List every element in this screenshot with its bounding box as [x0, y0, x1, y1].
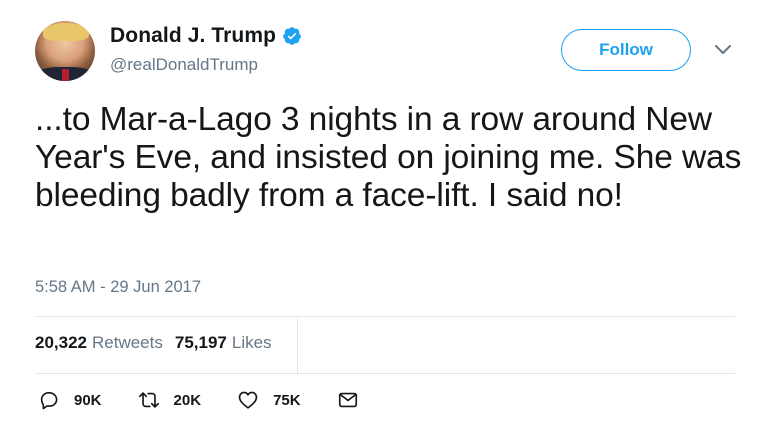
tweet-timestamp[interactable]: 5:58 AM - 29 Jun 2017 — [35, 278, 201, 297]
like-action-count: 75K — [273, 391, 301, 409]
retweet-label[interactable]: Retweets — [92, 333, 163, 353]
author-handle[interactable]: @realDonaldTrump — [110, 55, 258, 75]
like-icon — [238, 391, 258, 409]
author-name-row[interactable]: Donald J. Trump — [110, 24, 302, 48]
avatar-tie — [62, 69, 69, 81]
verified-badge-icon — [283, 27, 301, 45]
display-name[interactable]: Donald J. Trump — [110, 24, 276, 48]
reply-icon — [40, 392, 58, 410]
stats-separator — [297, 317, 298, 373]
like-label[interactable]: Likes — [232, 333, 272, 353]
like-button[interactable]: 75K — [237, 389, 301, 411]
tweet-text: ...to Mar-a-Lago 3 nights in a row aroun… — [35, 101, 742, 214]
retweet-action-count: 20K — [173, 391, 202, 409]
retweet-button[interactable]: 20K — [138, 389, 202, 411]
tweet-stats: 20,322 Retweets 75,197 Likes — [35, 333, 272, 353]
like-count[interactable]: 75,197 — [175, 333, 227, 353]
avatar-hair — [43, 23, 89, 41]
avatar[interactable] — [35, 21, 95, 81]
retweet-icon — [138, 392, 159, 408]
divider-bottom — [35, 373, 735, 374]
reply-button[interactable]: 90K — [38, 389, 102, 411]
chevron-down-icon[interactable] — [714, 44, 732, 56]
action-bar: 90K 20K 75K — [38, 389, 359, 411]
divider-top — [35, 316, 735, 317]
direct-message-button[interactable] — [337, 389, 359, 411]
message-icon — [338, 392, 357, 408]
follow-button[interactable]: Follow — [561, 29, 691, 71]
retweet-count[interactable]: 20,322 — [35, 333, 87, 353]
reply-count: 90K — [74, 391, 102, 409]
